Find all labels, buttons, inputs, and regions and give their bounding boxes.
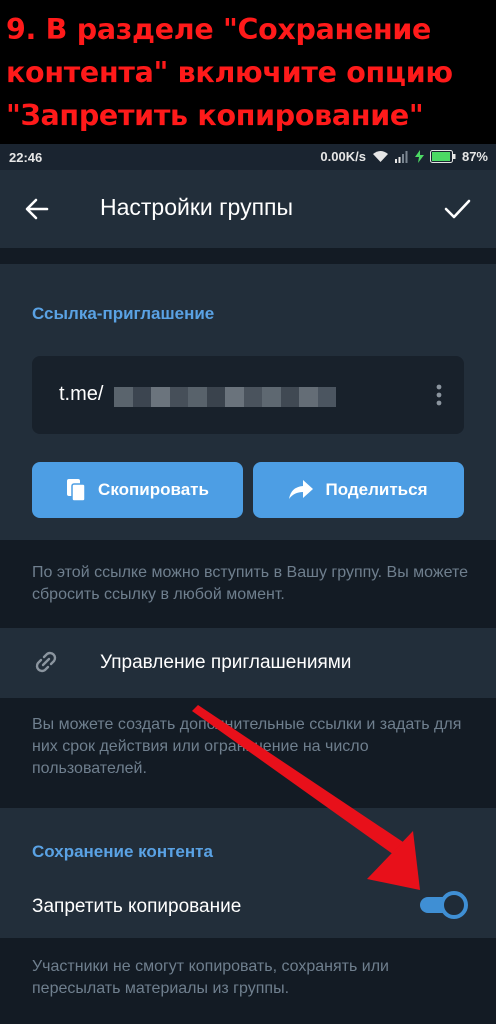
toggle-knob: [440, 891, 468, 919]
banner-line-3: "Запретить копирование": [6, 99, 424, 132]
redacted-link: [114, 387, 336, 407]
invite-link-field[interactable]: t.me/: [32, 356, 464, 434]
invite-link-text: t.me/: [59, 383, 104, 405]
section-divider: [0, 248, 496, 264]
share-arrow-icon: [289, 480, 314, 499]
phone-screen: 22:46 0.00K/s 87% Настройки группы Ссылк…: [0, 144, 496, 1024]
battery-icon: [429, 150, 456, 163]
battery-percent: 87%: [461, 149, 488, 164]
copy-icon: [67, 479, 86, 502]
copy-button-label: Скопировать: [98, 480, 209, 499]
invite-info-text: По этой ссылке можно вступить в Вашу гру…: [32, 564, 469, 603]
restrict-copy-toggle[interactable]: [420, 891, 468, 919]
restrict-copy-label: Запретить копирование: [32, 896, 242, 917]
checkmark-icon: [444, 199, 471, 219]
app-bar: Настройки группы: [0, 170, 496, 248]
manage-info-text: Вы можете создать дополнительные ссылки …: [32, 716, 462, 777]
link-icon: [35, 651, 57, 673]
wifi-icon: [372, 150, 389, 163]
charging-icon: [414, 150, 424, 163]
banner-line-1: 9. В разделе "Сохранение: [6, 13, 432, 46]
back-button[interactable]: [22, 194, 52, 224]
content-saving-title: Сохранение контента: [32, 842, 213, 861]
network-speed: 0.00K/s: [320, 149, 366, 164]
status-indicators: 0.00K/s 87%: [320, 149, 488, 164]
share-link-button[interactable]: Поделиться: [253, 462, 464, 518]
signal-icon: [394, 150, 409, 163]
invite-section-title: Ссылка-приглашение: [32, 304, 215, 323]
arrow-left-icon: [25, 198, 49, 220]
banner-line-2: контента" включите опцию: [6, 56, 453, 89]
share-button-label: Поделиться: [325, 480, 428, 499]
manage-invites-label: Управление приглашениями: [100, 652, 352, 673]
instruction-banner: 9. В разделе "Сохранение контента" включ…: [0, 0, 496, 144]
copy-link-button[interactable]: Скопировать: [32, 462, 243, 518]
save-button[interactable]: [441, 194, 473, 224]
content-saving-info-text: Участники не смогут копировать, сохранят…: [32, 958, 389, 997]
manage-invites-row[interactable]: Управление приглашениями: [0, 628, 496, 698]
more-vertical-icon[interactable]: [436, 384, 442, 406]
status-time: 22:46: [9, 150, 43, 165]
status-bar: 22:46 0.00K/s 87%: [0, 144, 496, 170]
page-title: Настройки группы: [100, 194, 294, 220]
